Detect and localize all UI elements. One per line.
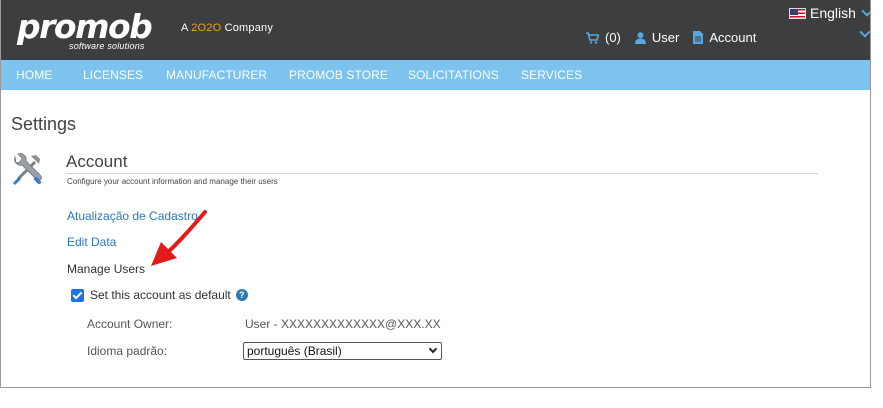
nav-services[interactable]: SERVICES [521,68,582,82]
company-tagline: A 2O2O Company [181,22,273,34]
account-link[interactable]: Account [693,30,756,45]
header-links: (0) User Account [586,30,770,45]
nav-licenses[interactable]: LICENSES [83,68,143,82]
default-account-checkbox[interactable] [71,288,84,302]
nav-home[interactable]: HOME [16,68,52,82]
user-label: User [651,30,680,45]
account-owner-value: User - XXXXXXXXXXXXX@XXX.XX [245,317,441,331]
nav-manufacturer[interactable]: MANUFACTURER [166,68,267,82]
promob-logo[interactable]: promob software solutions [17,8,153,52]
red-arrow-annotation [151,210,207,266]
company-tagline-mark: 2O2O [191,22,222,34]
us-flag-icon [789,7,806,19]
section-title: Account [66,152,128,171]
page-title: Settings [11,114,77,134]
account-owner-label: Account Owner: [87,317,173,331]
chevron-down-icon [861,5,870,17]
language-selector[interactable]: English [789,5,870,21]
default-language-select[interactable]: português (Brasil) [243,342,442,360]
browser-frame: promob software solutions A 2O2O Company… [0,0,871,388]
section-description: Configure your account information and m… [67,177,278,186]
document-icon [693,31,704,44]
default-language-label: Idioma padrão: [87,344,168,358]
logo-subtitle: software solutions [69,41,145,51]
default-language-value: português (Brasil) [247,344,342,358]
chevron-down-icon [428,344,438,354]
nav-promob-store[interactable]: PROMOB STORE [289,68,388,82]
user-icon [634,31,646,44]
help-icon[interactable]: ? [235,289,248,301]
top-header: promob software solutions A 2O2O Company… [1,0,870,60]
company-tagline-suffix: Company [221,22,274,34]
section-divider [66,173,818,174]
default-account-row: Set this account as default ? [71,288,248,302]
cart-count: (0) [605,30,621,45]
cart-icon [586,31,599,44]
cart-link[interactable]: (0) [586,30,621,45]
language-label: English [810,5,856,21]
manage-users-link[interactable]: Manage Users [67,262,145,276]
tools-icon [13,153,42,185]
nav-solicitations[interactable]: SOLICITATIONS [408,68,499,82]
default-account-label: Set this account as default [90,288,231,302]
chevron-down-icon[interactable] [859,26,870,38]
edit-data-link[interactable]: Edit Data [67,235,116,249]
account-label: Account [709,30,757,45]
company-tagline-prefix: A [181,22,192,34]
main-nav: HOME LICENSES MANUFACTURER PROMOB STORE … [1,60,870,90]
user-link[interactable]: User [634,30,680,45]
